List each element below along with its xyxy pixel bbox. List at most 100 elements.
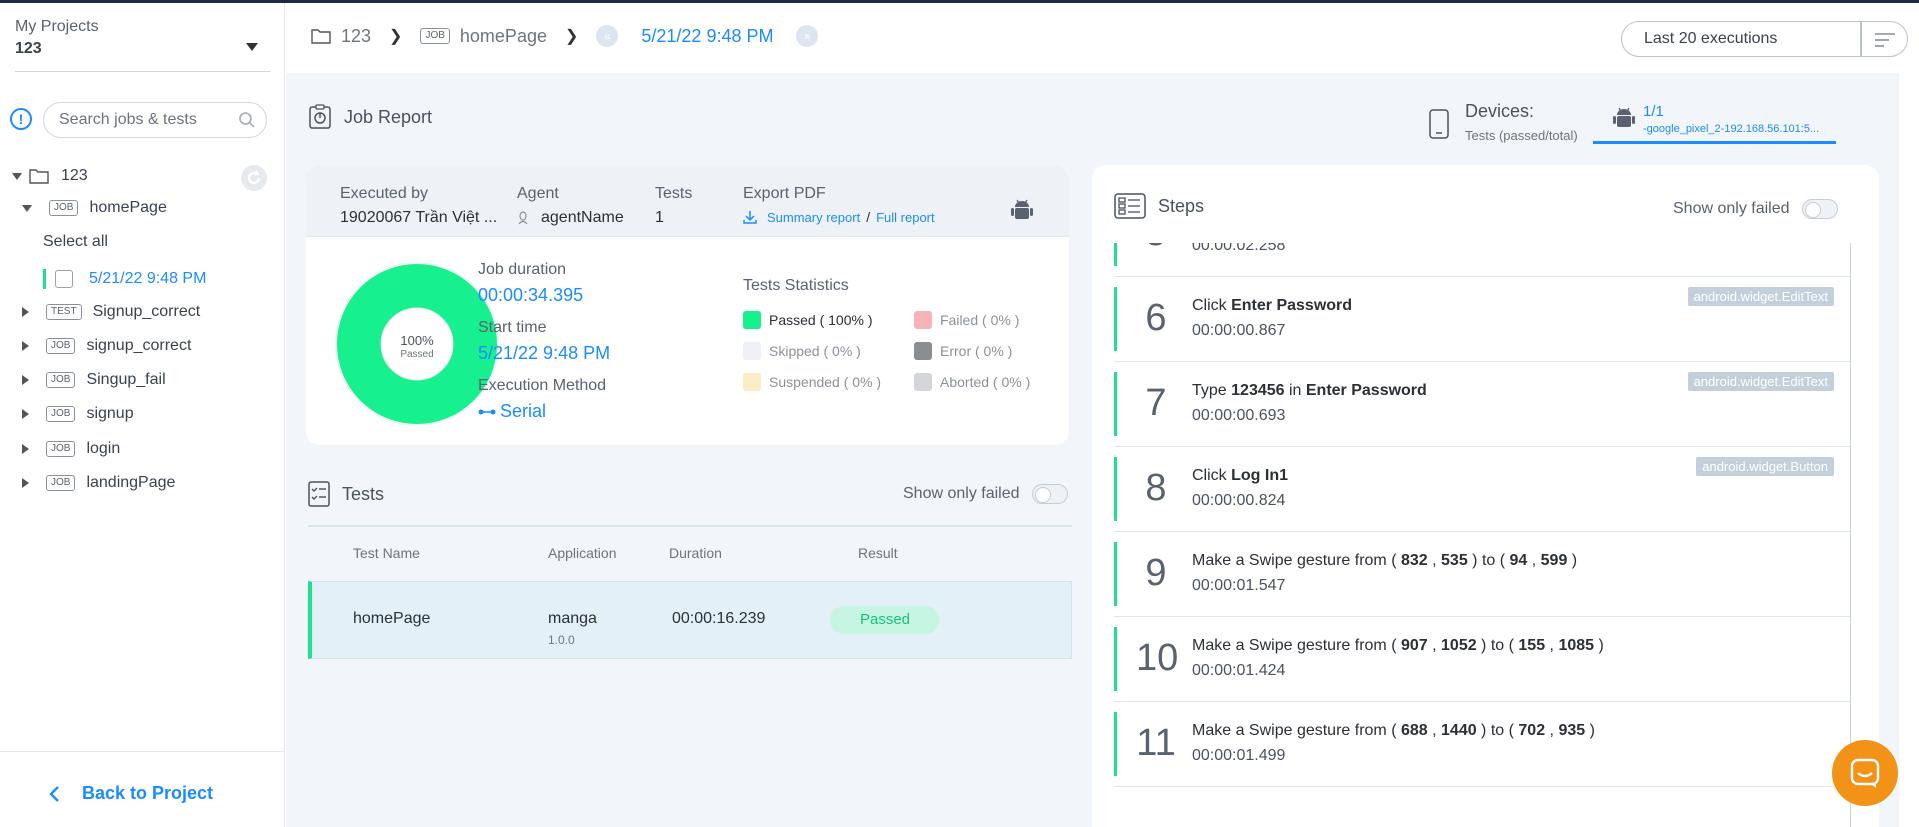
- table-row[interactable]: homePage manga 1.0.0 00:00:16.239 Passed: [308, 581, 1072, 659]
- chat-button[interactable]: [1832, 740, 1898, 806]
- step-item[interactable]: 8 Click Log In1 00:00:00.824 android.wid…: [1114, 447, 1850, 532]
- project-label: My Projects: [15, 18, 99, 35]
- expand-icon[interactable]: [22, 307, 29, 317]
- devices-subtitle: Tests (passed/total): [1465, 128, 1578, 143]
- info-icon[interactable]: !: [10, 108, 32, 130]
- tests-divider: [308, 525, 1072, 527]
- select-all[interactable]: Select all: [43, 229, 108, 255]
- serial-icon: [478, 409, 496, 414]
- summary-report-link[interactable]: Summary report: [767, 210, 860, 225]
- device-count: 1/1: [1643, 103, 1664, 120]
- tree-item[interactable]: JOB landingPage: [22, 470, 175, 496]
- selected-indicator: [43, 269, 46, 289]
- chevron-right-icon: ❯: [389, 28, 403, 45]
- search-box[interactable]: [43, 102, 267, 138]
- expand-icon[interactable]: [22, 444, 29, 454]
- job-badge: JOB: [46, 338, 76, 354]
- expand-icon[interactable]: [22, 478, 29, 488]
- aborted-swatch: [914, 373, 932, 391]
- step-number: 11: [1136, 722, 1176, 764]
- expand-icon[interactable]: [22, 341, 29, 351]
- job-report-card: Executed by 19020067 Trần Việt ... Agent…: [306, 165, 1069, 445]
- breadcrumb-project[interactable]: 123: [341, 26, 371, 47]
- tests-show-only-failed[interactable]: Show only failed: [903, 484, 1068, 504]
- agent-value-row: agentName: [517, 209, 624, 227]
- job-badge: JOB: [49, 200, 79, 216]
- chevron-left-icon: [49, 785, 59, 802]
- steps-show-only-failed-toggle[interactable]: [1801, 199, 1838, 219]
- breadcrumb-execution[interactable]: 5/21/22 9:48 PM: [641, 26, 773, 47]
- tests-show-only-failed-toggle[interactable]: [1031, 484, 1068, 504]
- step-number: 6: [1145, 297, 1167, 339]
- tree-item[interactable]: JOB Singup_fail: [22, 367, 166, 393]
- header: 123 ❯ JOB homePage ❯ « 5/21/22 9:48 PM »…: [286, 3, 1919, 73]
- android-icon: [1011, 199, 1033, 219]
- suspended-swatch: [743, 373, 761, 391]
- job-duration-label: Job duration: [478, 261, 567, 278]
- tree-root[interactable]: 123: [12, 163, 88, 189]
- breadcrumb-job[interactable]: homePage: [460, 26, 547, 47]
- next-execution-icon[interactable]: »: [796, 25, 819, 47]
- tests-header: Tests: [308, 481, 384, 507]
- job-badge: JOB: [420, 28, 450, 44]
- tree-item[interactable]: JOB signup_correct: [22, 333, 191, 359]
- execution-checkbox[interactable]: [55, 270, 73, 288]
- back-to-project-label: Back to Project: [82, 783, 214, 803]
- steps-list[interactable]: 5 00:00:02.258 6 Click Enter Password 00…: [1114, 243, 1851, 827]
- search-input[interactable]: [59, 111, 229, 129]
- project-dropdown-icon[interactable]: [246, 43, 258, 51]
- execution-item[interactable]: 5/21/22 9:48 PM: [43, 266, 206, 292]
- legend-aborted: Aborted ( 0% ): [914, 373, 1030, 391]
- step-description: Click Log In1: [1192, 467, 1288, 484]
- step-duration: 00:00:01.547: [1192, 577, 1286, 594]
- steps-title: Steps: [1158, 195, 1205, 216]
- back-to-project-link[interactable]: Back to Project: [48, 783, 213, 804]
- phone-icon: [1429, 109, 1449, 139]
- step-description: Make a Swipe gesture from ( 688 , 1440 )…: [1192, 722, 1595, 739]
- steps-show-only-failed[interactable]: Show only failed: [1673, 199, 1838, 219]
- tree-item[interactable]: TEST Signup_correct: [22, 299, 200, 325]
- previous-execution-icon[interactable]: «: [596, 25, 619, 47]
- full-report-link[interactable]: Full report: [876, 210, 935, 225]
- folder-icon: [311, 29, 331, 44]
- collapse-icon[interactable]: [12, 172, 22, 180]
- step-duration: 00:00:01.424: [1192, 662, 1286, 679]
- tree-root-label: 123: [61, 167, 88, 184]
- project-select-value[interactable]: 123: [15, 40, 42, 58]
- expand-icon[interactable]: [22, 409, 29, 419]
- expand-icon[interactable]: [22, 375, 29, 385]
- tree-item[interactable]: JOB login: [22, 436, 120, 462]
- step-element-tag: android.widget.EditText: [1687, 287, 1834, 306]
- executions-select[interactable]: Last 20 executions: [1621, 21, 1861, 57]
- error-swatch: [914, 342, 932, 360]
- search-icon[interactable]: [238, 111, 256, 129]
- skipped-swatch: [743, 342, 761, 360]
- tree-item-label: signup: [86, 405, 134, 422]
- step-item[interactable]: 7 Type 123456 in Enter Password 00:00:00…: [1114, 362, 1850, 447]
- execution-method-label: Execution Method: [478, 377, 607, 394]
- legend-aborted-label: Aborted ( 0% ): [940, 374, 1031, 390]
- step-item[interactable]: 9 Make a Swipe gesture from ( 832 , 535 …: [1114, 532, 1850, 617]
- tree-item[interactable]: JOB signup: [22, 401, 134, 427]
- job-badge: JOB: [46, 441, 76, 457]
- breadcrumb: 123 ❯ JOB homePage ❯ « 5/21/22 9:48 PM »: [311, 25, 819, 47]
- android-icon: [1613, 107, 1635, 127]
- legend-error: Error ( 0% ): [914, 342, 1012, 360]
- project-select-underline: [15, 71, 270, 72]
- collapse-icon[interactable]: [22, 204, 32, 212]
- step-item[interactable]: 10 Make a Swipe gesture from ( 907 , 105…: [1114, 617, 1850, 702]
- tree-item-label: Signup_correct: [92, 303, 201, 320]
- steps-card: Steps Show only failed 5 00:00:02.258 6 …: [1092, 165, 1879, 827]
- tests-count-value: 1: [655, 209, 664, 226]
- column-application: Application: [548, 545, 617, 561]
- step-item[interactable]: 11 Make a Swipe gesture from ( 688 , 144…: [1114, 702, 1850, 787]
- refresh-icon[interactable]: [241, 165, 267, 191]
- step-number: 9: [1145, 552, 1167, 594]
- tree-item-homepage[interactable]: JOB homePage: [22, 195, 167, 221]
- filter-button[interactable]: [1861, 21, 1908, 57]
- device-tab[interactable]: 1/1 -google_pixel_2-192.168.56.101:5...: [1593, 101, 1836, 144]
- step-item[interactable]: 6 Click Enter Password 00:00:00.867 andr…: [1114, 277, 1850, 362]
- tree-item-label: login: [86, 440, 121, 457]
- step-item[interactable]: 5 00:00:02.258: [1114, 243, 1850, 277]
- tests-show-only-failed-label: Show only failed: [903, 485, 1020, 502]
